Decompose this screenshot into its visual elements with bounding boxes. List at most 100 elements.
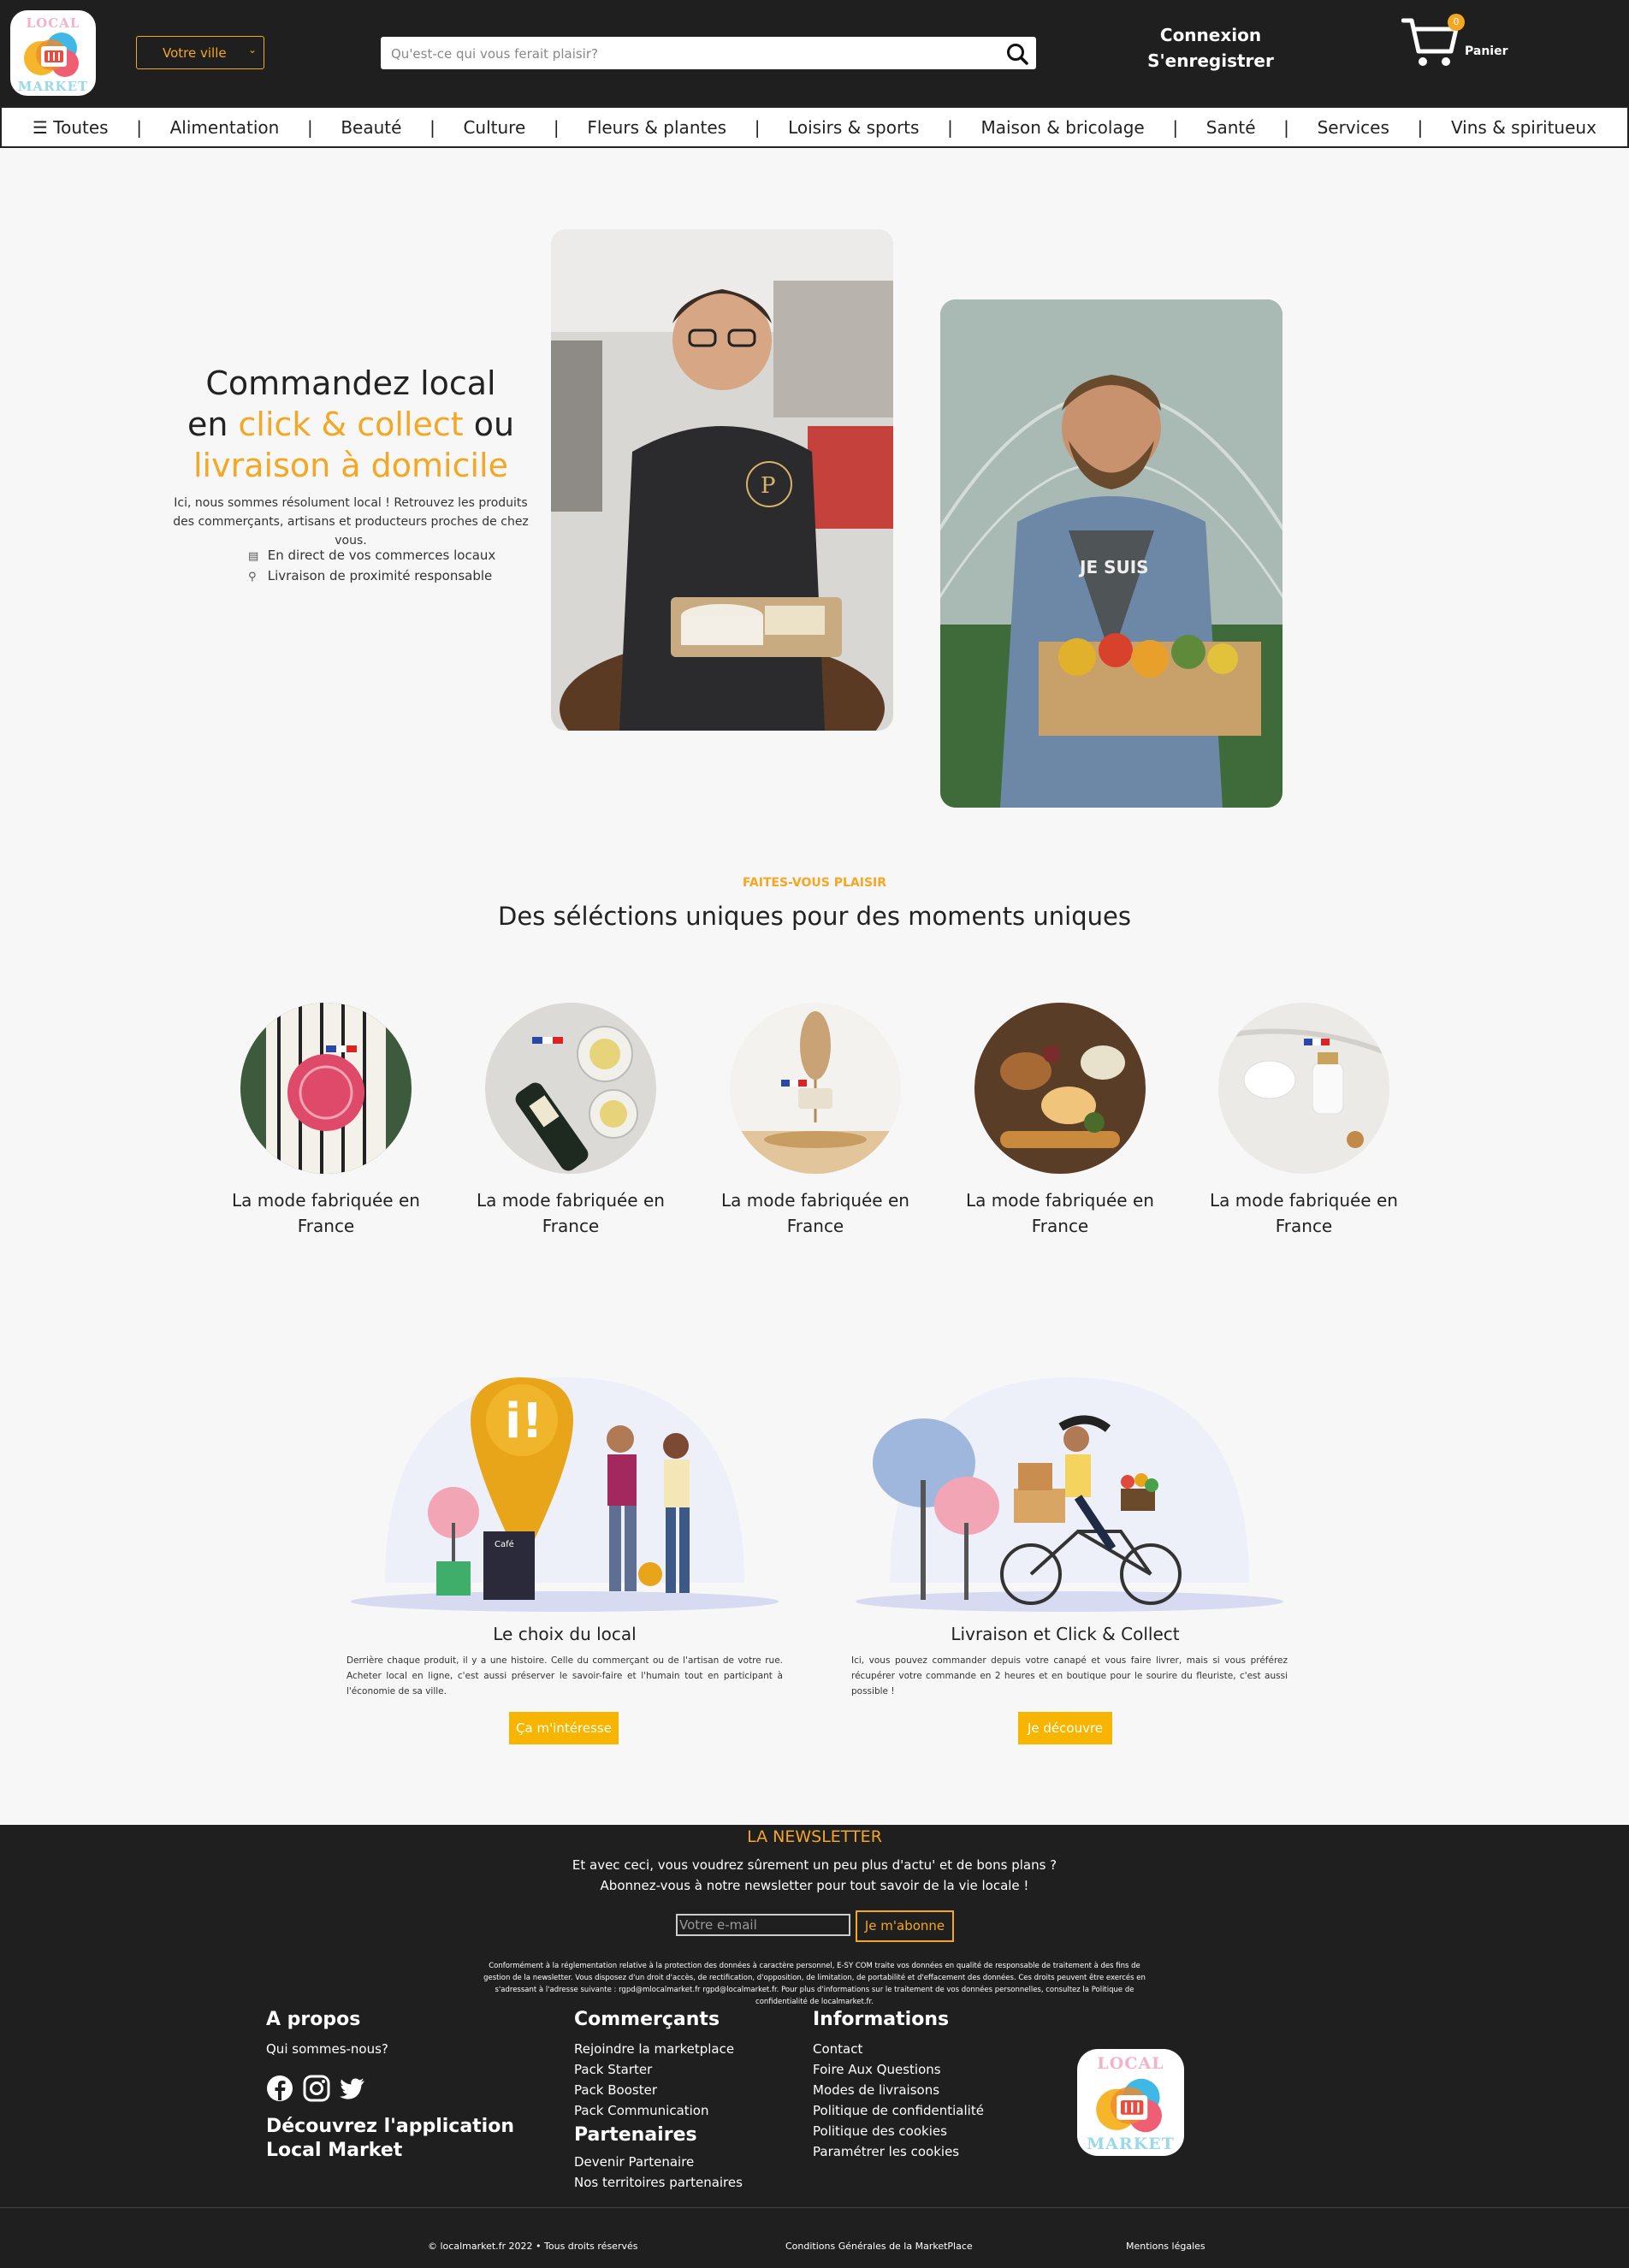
interested-button[interactable]: Ça m'intéresse xyxy=(509,1712,619,1744)
hero-highlight-click-collect: click & collect xyxy=(238,406,464,443)
bike-icon: ⚲ xyxy=(248,571,257,583)
selection-card-label[interactable]: La mode fabriquée en France xyxy=(957,1187,1163,1239)
selection-card-label[interactable]: La mode fabriquée en France xyxy=(468,1187,673,1239)
local-choice-body: Derrière chaque produit, il y a une hist… xyxy=(347,1655,783,1697)
city-select-value: Votre ville xyxy=(163,45,227,61)
cosmetics-photo-illustration xyxy=(1218,1003,1389,1174)
selection-card-label[interactable]: La mode fabriquée en France xyxy=(223,1187,429,1239)
nav-separator: | xyxy=(754,116,761,138)
delivery-body: Ici, vous pouvez commander depuis votre … xyxy=(851,1655,1288,1697)
facebook-icon[interactable] xyxy=(266,2075,293,2102)
category-beaute[interactable]: Beauté xyxy=(341,117,401,138)
merchant-link-starter[interactable]: Pack Starter xyxy=(574,2062,652,2077)
category-loisirs-sports[interactable]: Loisirs & sports xyxy=(788,117,919,138)
instagram-icon[interactable] xyxy=(303,2075,330,2102)
partner-link-become[interactable]: Devenir Partenaire xyxy=(574,2154,694,2170)
subscribe-button[interactable]: Je m'abonne xyxy=(856,1910,954,1942)
selection-card-label[interactable]: La mode fabriquée en France xyxy=(713,1187,918,1239)
search-input[interactable]: Qu'est-ce qui vous ferait plaisir? xyxy=(391,46,598,62)
merchant-link-communication[interactable]: Pack Communication xyxy=(574,2103,709,2118)
category-services[interactable]: Services xyxy=(1318,117,1389,138)
selection-card-label[interactable]: La mode fabriquée en France xyxy=(1201,1187,1407,1239)
cafe-sign-text: Café xyxy=(495,1539,514,1549)
nav-separator: | xyxy=(136,116,142,138)
selection-image-decor[interactable] xyxy=(730,1003,901,1174)
category-alimentation[interactable]: Alimentation xyxy=(170,117,280,138)
hero-bullet-delivery-text: Livraison de proximité responsable xyxy=(267,568,493,583)
login-link[interactable]: Connexion xyxy=(1112,22,1309,48)
category-culture[interactable]: Culture xyxy=(463,117,525,138)
city-select[interactable]: Votre ville ⌄ xyxy=(136,36,264,69)
hero-line-1: Commandez local xyxy=(205,364,496,402)
about-link[interactable]: Qui sommes-nous? xyxy=(266,2041,388,2057)
selection-image-food[interactable] xyxy=(974,1003,1146,1174)
nav-separator: | xyxy=(306,116,313,138)
info-link-faq[interactable]: Foire Aux Questions xyxy=(813,2062,941,2077)
svg-text:i!: i! xyxy=(505,1394,543,1449)
category-nav: ☰ Toutes | Alimentation | Beauté | Cultu… xyxy=(0,106,1629,148)
logo-basket-icon xyxy=(24,33,79,77)
category-fleurs-plantes[interactable]: Fleurs & plantes xyxy=(587,117,726,138)
search-icon[interactable] xyxy=(1005,42,1029,66)
logo-text-bottom: MARKET xyxy=(17,79,89,94)
cgv-link[interactable]: Conditions Générales de la MarketPlace xyxy=(785,2241,973,2252)
newsletter-email-field[interactable]: Votre e-mail xyxy=(676,1914,850,1936)
selection-card[interactable]: La mode fabriquée en France xyxy=(468,1003,673,1239)
hero-bullet-delivery: ⚲ Livraison de proximité responsable xyxy=(248,568,492,583)
category-maison-bricolage[interactable]: Maison & bricolage xyxy=(980,117,1144,138)
info-link-contact[interactable]: Contact xyxy=(813,2041,862,2057)
partner-link-territories[interactable]: Nos territoires partenaires xyxy=(574,2175,743,2190)
local-choice-illustration: i! Café xyxy=(351,1377,779,1612)
merchants-title: Commerçants xyxy=(574,2009,720,2030)
register-link[interactable]: S'enregistrer xyxy=(1112,48,1309,74)
selection-image-wine[interactable] xyxy=(485,1003,656,1174)
category-vins-spiritueux[interactable]: Vins & spiritueux xyxy=(1451,117,1596,138)
info-link-delivery-modes[interactable]: Modes de livraisons xyxy=(813,2082,939,2098)
info-link-privacy[interactable]: Politique de confidentialité xyxy=(813,2103,984,2118)
footer-logo-basket-icon xyxy=(1096,2078,1162,2133)
local-choice-title: Le choix du local xyxy=(493,1624,637,1644)
selection-card[interactable]: La mode fabriquée en France xyxy=(1201,1003,1407,1239)
hero-title: Commandez local en click & collect ou li… xyxy=(167,363,535,486)
footer-logo[interactable]: LOCAL MARKET xyxy=(1077,2049,1184,2156)
hero-line-2-post: ou xyxy=(463,406,515,443)
selection-card[interactable]: La mode fabriquée en France xyxy=(713,1003,918,1239)
food-photo-illustration xyxy=(974,1003,1146,1174)
newsletter-text: Et avec ceci, vous voudrez sûrement un p… xyxy=(0,1855,1629,1896)
app-promo-line-1: Découvrez l'application xyxy=(266,2116,514,2137)
auth-links: Connexion S'enregistrer xyxy=(1112,22,1309,74)
local-market-logo[interactable]: LOCAL MARKET xyxy=(10,10,96,96)
merchant-link-booster[interactable]: Pack Booster xyxy=(574,2082,657,2098)
legal-mentions-link[interactable]: Mentions légales xyxy=(1126,2241,1205,2252)
info-link-cookie-settings[interactable]: Paramétrer les cookies xyxy=(813,2144,959,2159)
category-sante[interactable]: Santé xyxy=(1206,117,1256,138)
nav-separator: | xyxy=(1172,116,1179,138)
category-all[interactable]: ☰ Toutes xyxy=(33,117,109,138)
selection-card[interactable]: La mode fabriquée en France xyxy=(223,1003,429,1239)
nav-separator: | xyxy=(947,116,953,138)
twitter-icon[interactable] xyxy=(339,2075,366,2102)
cart-label[interactable]: Panier xyxy=(1465,44,1508,58)
decor-photo-illustration xyxy=(730,1003,901,1174)
selection-card[interactable]: La mode fabriquée en France xyxy=(957,1003,1163,1239)
nav-separator: | xyxy=(1283,116,1289,138)
svg-text:P: P xyxy=(761,473,776,499)
delivery-illustration xyxy=(856,1377,1283,1612)
search-bar[interactable]: Qu'est-ce qui vous ferait plaisir? xyxy=(381,37,1036,69)
hero-bullet-local: ▤ En direct de vos commerces locaux xyxy=(248,548,495,563)
info-link-cookies[interactable]: Politique des cookies xyxy=(813,2123,947,2139)
info-title: Informations xyxy=(813,2009,950,2030)
merchant-photo-illustration: P xyxy=(551,229,893,731)
newsletter-line-1: Et avec ceci, vous voudrez sûrement un p… xyxy=(572,1857,1057,1873)
selection-image-bag[interactable] xyxy=(240,1003,412,1174)
newsletter-title: LA NEWSLETTER xyxy=(747,1827,882,1846)
selection-image-cosmetics[interactable] xyxy=(1218,1003,1389,1174)
about-title: A propos xyxy=(266,2009,361,2030)
merchant-link-join[interactable]: Rejoindre la marketplace xyxy=(574,2041,734,2057)
partners-title: Partenaires xyxy=(574,2124,697,2146)
farmer-photo-illustration: JE SUIS xyxy=(940,299,1282,808)
wine-photo-illustration xyxy=(485,1003,656,1174)
selections-title: Des séléctions uniques pour des moments … xyxy=(498,902,1131,931)
discover-button[interactable]: Je découvre xyxy=(1018,1712,1112,1744)
newsletter-line-2: Abonnez-vous à notre newsletter pour tou… xyxy=(600,1878,1029,1893)
